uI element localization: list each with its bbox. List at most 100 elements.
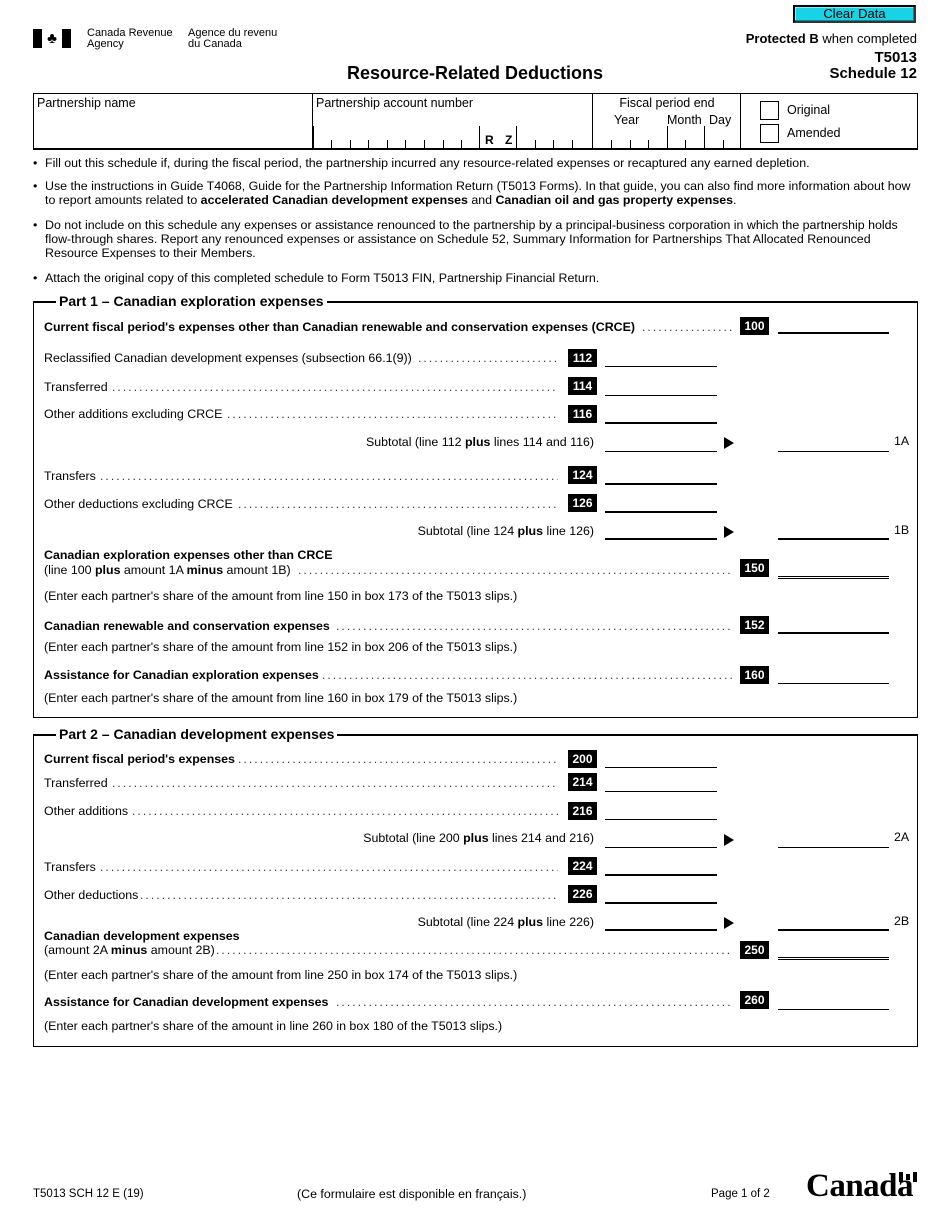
account-rz-prefix: R Z [485,133,517,147]
subtotal-operator: plus [464,435,491,449]
subtotal-1a-label: Subtotal (line 112 plus lines 114 and 11… [366,435,594,449]
line-250-label: Canadian development expenses [44,929,240,943]
instruction-text: Attach the original copy of this complet… [45,271,600,285]
return-type-options: Original Amended [741,94,917,148]
line-152-note: (Enter each partner's share of the amoun… [44,640,518,654]
clear-data-button[interactable]: Clear Data [793,5,916,23]
line-226-input[interactable] [605,890,717,904]
line-150-code: 150 [740,559,769,577]
line-216-code: 216 [568,802,597,820]
line-114-input[interactable] [605,382,717,396]
line-216-input[interactable] [605,806,717,820]
line-100-code: 100 [740,317,769,335]
line-150-input[interactable] [778,565,889,579]
line-224-input[interactable] [605,862,717,876]
arrow-right-icon [724,526,734,538]
leader-dots: ........................................… [298,563,732,577]
subtotal-text: Subtotal (line 200 [363,831,464,845]
line-226-label: Other deductions [44,888,139,902]
page-title: Resource-Related Deductions [346,63,604,83]
instruction-item: Do not include on this schedule any expe… [33,218,918,260]
amount-2a-input[interactable] [778,834,889,848]
fiscal-period-end-field[interactable]: Fiscal period end Year Month Day [593,94,741,148]
line-152-input[interactable] [778,620,889,634]
leader-dots: ........................................… [132,804,558,818]
amended-label: Amended [787,126,841,140]
formula-operator: plus [94,563,121,577]
leader-dots: ........................................… [336,995,732,1009]
line-224-code: 224 [568,857,597,875]
line-150-formula: (line 100 plus amount 1A minus amount 1B… [44,563,291,577]
line-114-label: Transferred [44,380,108,394]
line-214-code: 214 [568,773,597,791]
leader-dots: ........................................… [238,497,558,511]
line-160-label: Assistance for Canadian exploration expe… [44,668,319,682]
subtotal-2b-left-input[interactable] [605,917,717,931]
part2-title: Part 2 – Canadian development expenses [56,726,338,742]
amount-1b-input[interactable] [778,526,889,540]
instruction-text: and [467,193,496,207]
ref-2a: 2A [894,830,910,844]
partnership-account-field[interactable]: Partnership account number R Z [313,94,593,148]
instruction-emphasis: accelerated Canadian development expense… [200,193,468,207]
agency-fr-line2: du Canada [188,38,242,50]
arrow-right-icon [724,917,734,929]
line-260-input[interactable] [778,996,889,1010]
subtotal-1b-left-input[interactable] [605,526,717,540]
line-250-input[interactable] [778,946,889,960]
line-100-input[interactable] [778,320,889,334]
line-124-input[interactable] [605,471,717,485]
line-124-label: Transfers [44,469,96,483]
line-260-code: 260 [740,991,769,1009]
leader-dots: ........................................… [100,860,558,874]
partnership-name-label: Partnership name [37,96,136,110]
amended-checkbox[interactable] [760,124,779,143]
fiscal-period-label: Fiscal period end [619,96,715,110]
line-160-note: (Enter each partner's share of the amoun… [44,691,518,705]
french-availability-note: (Ce formulaire est disponible en françai… [297,1187,527,1201]
line-116-input[interactable] [605,410,717,424]
leader-dots: ........................................… [322,668,732,682]
line-260-note: (Enter each partner's share of the amoun… [44,1019,503,1033]
formula-text: amount 1A [120,563,187,577]
ref-1b: 1B [894,523,910,537]
protected-suffix: when completed [818,31,917,46]
line-214-label: Transferred [44,776,108,790]
line-160-input[interactable] [778,670,889,684]
line-112-input[interactable] [605,353,717,367]
subtotal-1a-left-input[interactable] [605,438,717,452]
instruction-item: Use the instructions in Guide T4068, Gui… [33,179,918,207]
formula-text: (amount 2A [44,943,111,957]
subtotal-2b-label: Subtotal (line 224 plus line 226) [418,915,594,929]
amount-2b-input[interactable] [778,917,889,931]
line-200-input[interactable] [605,754,717,768]
agency-name-en: Canada Revenue Agency [87,28,173,50]
leader-dots: ........................................… [112,776,558,790]
subtotal-2a-left-input[interactable] [605,834,717,848]
line-150-label: Canadian exploration expenses other than… [44,548,333,562]
instruction-text: Fill out this schedule if, during the fi… [45,156,810,170]
line-226-code: 226 [568,885,597,903]
line-214-input[interactable] [605,778,717,792]
line-250-code: 250 [740,941,769,959]
amount-1a-input[interactable] [778,438,889,452]
page-number: Page 1 of 2 [711,1188,770,1200]
formula-text: amount 2B) [147,943,215,957]
subtotal-operator: plus [517,915,544,929]
subtotal-text: Subtotal (line 112 [365,435,465,449]
line-126-input[interactable] [605,499,717,513]
instruction-item: Fill out this schedule if, during the fi… [33,156,918,170]
year-label: Year [614,113,640,127]
subtotal-text: lines 114 and 116) [490,435,594,449]
line-200-code: 200 [568,750,597,768]
partnership-name-field[interactable]: Partnership name [34,94,313,148]
arrow-right-icon [724,437,734,449]
leader-dots: ........................................… [336,619,732,633]
canada-wordmark: Canada [806,1168,914,1204]
line-114-code: 114 [568,377,597,395]
month-label: Month [667,113,702,127]
subtotal-text: Subtotal (line 224 [417,915,518,929]
instruction-emphasis: Canadian oil and gas property expenses [495,193,734,207]
original-checkbox[interactable] [760,101,779,120]
identification-box: Partnership name Partnership account num… [33,93,918,150]
